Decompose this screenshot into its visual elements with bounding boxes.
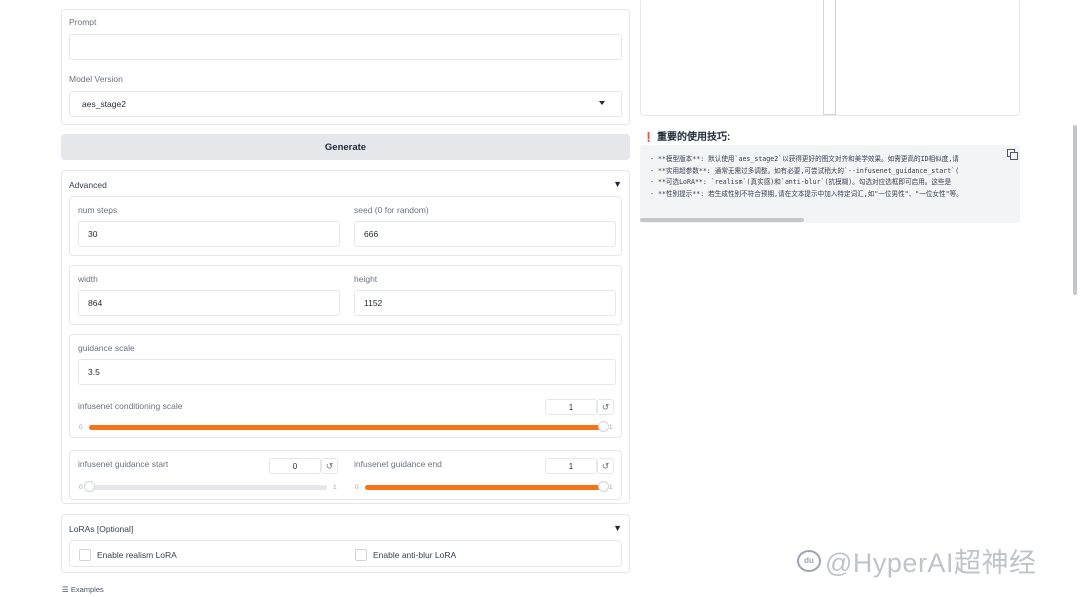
anti-blur-lora-checkbox[interactable]: Enable anti-blur LoRA	[355, 549, 456, 561]
generate-label: Generate	[324, 141, 367, 153]
guidance-start-label: infusenet guidance start	[78, 459, 169, 469]
advanced-title: Advanced	[69, 180, 107, 190]
horizontal-scrollbar[interactable]	[640, 218, 804, 222]
cond-scale-min: 0	[79, 424, 83, 431]
guidance-start-max: 1	[333, 484, 337, 491]
guidance-range-group: infusenet guidance start 0 ↺ 0 1 infusen…	[69, 450, 622, 500]
checkbox-icon[interactable]	[355, 549, 367, 561]
num-steps-input[interactable]: 30	[78, 221, 340, 247]
watermark: du @HyperAI超神经	[797, 541, 1036, 580]
guidance-start-slider[interactable]	[83, 481, 327, 492]
tips-lines: - **模型版本**: 默认使用`aes_stage2`以获得更好的图文对齐和美…	[650, 154, 1020, 200]
page-scrollbar[interactable]	[1073, 125, 1077, 295]
guidance-start-thumb[interactable]	[83, 481, 95, 492]
steps-seed-group: num steps 30 seed (0 for random) 666	[69, 196, 622, 256]
model-version-label: Model Version	[69, 74, 123, 84]
examples-label: Examples	[70, 585, 104, 594]
width-height-group: width 864 height 1152	[69, 265, 622, 325]
loras-header[interactable]: LoRAs [Optional] ▼	[62, 515, 629, 539]
model-version-select[interactable]: aes_stage2	[69, 91, 622, 117]
seed-input[interactable]: 666	[354, 221, 616, 247]
num-steps-label: num steps	[78, 205, 118, 215]
realism-lora-checkbox[interactable]: Enable realism LoRA	[79, 549, 177, 561]
advanced-header[interactable]: Advanced ▼	[62, 171, 629, 198]
realism-lora-label: Enable realism LoRA	[97, 550, 177, 560]
model-version-value: aes_stage2	[82, 99, 126, 109]
cond-scale-max: 1	[609, 424, 613, 431]
tips-title: 重要的使用技巧:	[657, 132, 731, 143]
guidance-end-number[interactable]: 1	[545, 458, 597, 474]
guidance-start-reset-icon[interactable]: ↺	[321, 458, 338, 474]
prompt-label: Prompt	[69, 17, 97, 27]
guidance-end-fill	[365, 485, 603, 490]
cond-scale-slider[interactable]	[89, 421, 609, 432]
guidance-scale-label: guidance scale	[78, 343, 135, 353]
exclamation-icon: ❗	[643, 132, 655, 142]
width-label: width	[78, 274, 98, 284]
guidance-start-min: 0	[79, 484, 83, 491]
height-label: height	[354, 274, 378, 284]
guidance-end-thumb[interactable]	[597, 481, 609, 492]
checkbox-icon[interactable]	[79, 549, 91, 561]
guidance-end-min: 0	[355, 484, 359, 491]
prompt-input[interactable]	[69, 34, 622, 60]
collapse-toggle-icon: ▼	[613, 179, 622, 189]
generate-button[interactable]: Generate	[61, 134, 630, 160]
loras-panel: LoRAs [Optional] ▼ Enable realism LoRA E…	[61, 514, 630, 573]
height-input[interactable]: 1152	[354, 290, 616, 316]
examples-header[interactable]: ☰ Examples	[62, 585, 104, 594]
guidance-start-number[interactable]: 0	[269, 458, 321, 474]
seed-label: seed (0 for random)	[354, 205, 429, 215]
guidance-end-max: 1	[609, 484, 613, 491]
tip-line: - **性别提示**: 若生成性别不符合预期,请在文本提示中加入特定词汇,如"一…	[650, 189, 963, 198]
cond-scale-thumb[interactable]	[597, 421, 609, 432]
guidance-scale-input[interactable]: 3.5	[78, 359, 616, 385]
list-icon: ☰	[62, 585, 69, 594]
watermark-text: @HyperAI超神经	[825, 548, 1037, 578]
collapse-toggle-icon: ▼	[613, 523, 622, 533]
caret-down-icon	[599, 101, 605, 105]
cond-scale-label: infusenet conditioning scale	[78, 401, 183, 411]
anti-blur-lora-label: Enable anti-blur LoRA	[373, 550, 457, 560]
guidance-end-label: infusenet guidance end	[354, 459, 442, 469]
tips-code-block: - **模型版本**: 默认使用`aes_stage2`以获得更好的图文对齐和美…	[640, 145, 1020, 223]
guidance-end-slider[interactable]	[365, 481, 609, 492]
width-input[interactable]: 864	[78, 290, 340, 316]
output-image-area	[640, 0, 1020, 116]
advanced-panel: Advanced ▼ num steps 30 seed (0 for rand…	[61, 170, 630, 504]
loras-title: LoRAs [Optional]	[69, 524, 134, 534]
guidance-end-reset-icon[interactable]: ↺	[597, 458, 614, 474]
tip-line: - **模型版本**: 默认使用`aes_stage2`以获得更好的图文对齐和美…	[650, 155, 959, 163]
tip-line: - **可选LoRA**: `realism`(真实感)和`anti-blur`…	[650, 178, 952, 186]
prompt-panel: Prompt Model Version aes_stage2	[61, 9, 630, 125]
tips-heading: ❗ 重要的使用技巧:	[643, 128, 730, 143]
weibo-logo-icon: du	[797, 549, 821, 572]
cond-scale-reset-icon[interactable]: ↺	[597, 399, 614, 415]
cond-scale-fill	[89, 425, 603, 430]
loras-options: Enable realism LoRA Enable anti-blur LoR…	[69, 540, 622, 567]
guidance-group: guidance scale 3.5 infusenet conditionin…	[69, 334, 622, 438]
tip-line: - **实用超参数**: 通常无需过多调整。如有必要,可尝试稍大的`--infu…	[650, 166, 960, 175]
cond-scale-number[interactable]: 1	[545, 399, 597, 415]
output-image-placeholder	[823, 0, 836, 115]
